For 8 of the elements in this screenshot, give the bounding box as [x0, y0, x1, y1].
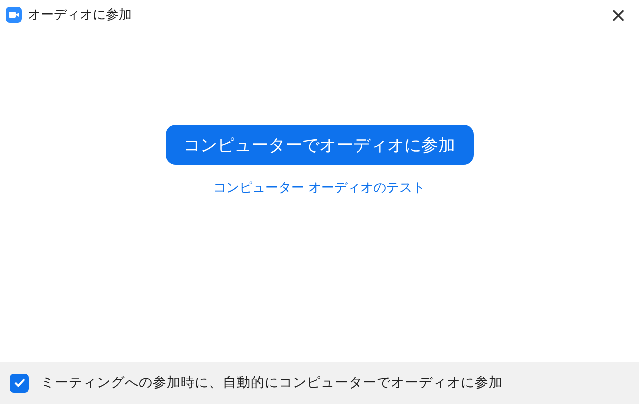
- test-audio-link[interactable]: コンピューター オーディオのテスト: [213, 179, 426, 197]
- check-icon: [14, 378, 26, 388]
- checkbox[interactable]: [10, 374, 29, 392]
- window-title: オーディオに参加: [28, 7, 133, 24]
- checkbox-label: ミーティングへの参加時に、自動的にコンピューターでオーディオに参加: [41, 374, 503, 392]
- close-button[interactable]: ×: [604, 3, 633, 27]
- join-audio-button[interactable]: コンピューターでオーディオに参加: [166, 125, 474, 165]
- video-camera-icon: [6, 7, 22, 23]
